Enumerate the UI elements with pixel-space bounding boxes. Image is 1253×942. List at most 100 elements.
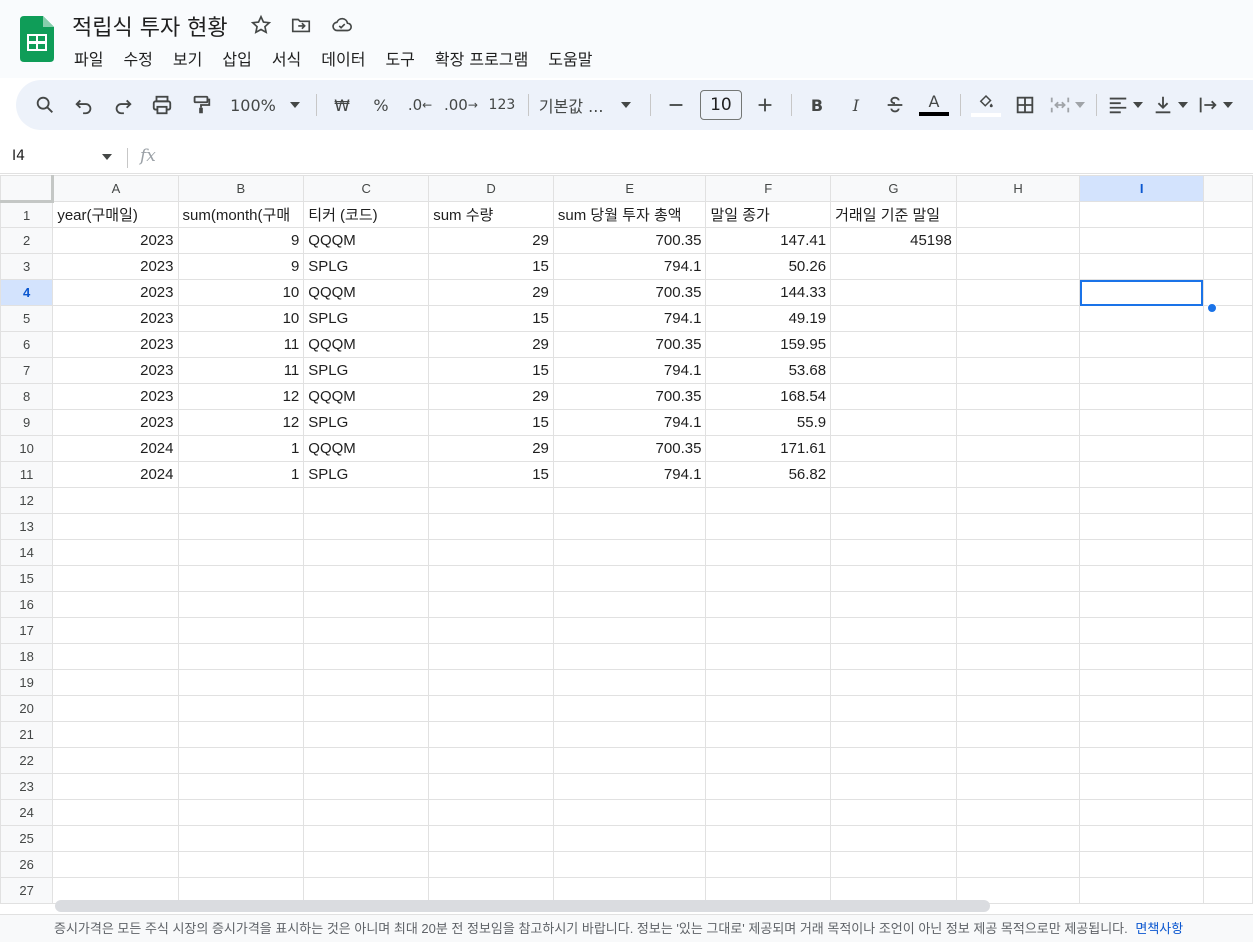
cell[interactable] [1079, 773, 1204, 800]
cell[interactable] [1079, 357, 1204, 384]
cell[interactable]: 55.9 [705, 409, 832, 436]
cell[interactable] [1079, 409, 1204, 436]
text-color-button[interactable]: A [918, 89, 949, 121]
row-header[interactable]: 21 [0, 721, 54, 748]
cell[interactable] [428, 591, 554, 618]
cell[interactable] [1079, 383, 1204, 410]
cell[interactable] [303, 825, 430, 852]
column-header[interactable]: A [52, 175, 179, 202]
cell[interactable] [428, 825, 554, 852]
cell[interactable]: 1 [177, 461, 305, 488]
cell[interactable] [955, 747, 1081, 774]
cell[interactable]: SPLG [303, 305, 430, 332]
cell[interactable] [177, 825, 305, 852]
cell[interactable] [52, 721, 179, 748]
cell[interactable]: 29 [428, 227, 554, 254]
cell[interactable] [552, 695, 707, 722]
cell[interactable] [1079, 565, 1204, 592]
cell[interactable]: 9 [177, 227, 305, 254]
row-header[interactable]: 10 [0, 435, 54, 462]
cell[interactable] [955, 565, 1081, 592]
cell[interactable]: 700.35 [552, 435, 707, 462]
row-header[interactable]: 4 [0, 279, 54, 306]
font-size-input[interactable]: 10 [699, 90, 742, 120]
cell[interactable] [1079, 591, 1204, 618]
cell[interactable] [177, 617, 305, 644]
cell[interactable] [705, 591, 832, 618]
cell[interactable]: 700.35 [552, 331, 707, 358]
cell[interactable] [955, 513, 1081, 540]
cell[interactable] [177, 695, 305, 722]
cell[interactable] [1079, 669, 1204, 696]
cell[interactable] [830, 565, 957, 592]
cell[interactable]: 171.61 [705, 435, 832, 462]
cell[interactable]: 15 [428, 253, 554, 280]
cell[interactable] [52, 591, 179, 618]
cell[interactable] [52, 487, 179, 514]
zoom-select[interactable]: 100% [225, 89, 305, 121]
cell[interactable] [552, 721, 707, 748]
cell[interactable]: 144.33 [705, 279, 832, 306]
star-icon[interactable] [250, 14, 272, 36]
name-box[interactable]: I4 [12, 148, 25, 164]
cell[interactable]: 2023 [52, 357, 179, 384]
cell[interactable]: 15 [428, 357, 554, 384]
cell[interactable] [552, 513, 707, 540]
cell[interactable] [52, 799, 179, 826]
cell[interactable]: QQQM [303, 435, 430, 462]
bold-button[interactable]: B [802, 89, 832, 121]
menu-help[interactable]: 도움말 [538, 44, 602, 72]
cell[interactable] [955, 539, 1081, 566]
text-wrapping-button[interactable] [1197, 89, 1233, 121]
cell[interactable]: 2023 [52, 331, 179, 358]
cell[interactable] [52, 617, 179, 644]
cell[interactable] [552, 617, 707, 644]
cell[interactable]: 티커 (코드) [303, 201, 430, 228]
cell[interactable] [177, 799, 305, 826]
cell[interactable] [830, 305, 957, 332]
cell[interactable] [1079, 877, 1204, 904]
cell[interactable] [955, 851, 1081, 878]
print-button[interactable] [147, 89, 177, 121]
cell[interactable] [177, 591, 305, 618]
cell[interactable] [955, 487, 1081, 514]
cell[interactable] [830, 591, 957, 618]
cell[interactable] [830, 617, 957, 644]
cell[interactable] [705, 487, 832, 514]
cell[interactable] [177, 487, 305, 514]
formula-input[interactable] [175, 146, 1235, 168]
row-header[interactable]: 12 [0, 487, 54, 514]
cell[interactable] [955, 799, 1081, 826]
cell[interactable] [428, 643, 554, 670]
search-menus-button[interactable] [30, 89, 60, 121]
cloud-saved-icon[interactable] [330, 14, 352, 36]
cell[interactable] [830, 539, 957, 566]
cell[interactable]: SPLG [303, 253, 430, 280]
cell[interactable] [955, 201, 1081, 228]
cell[interactable]: 794.1 [552, 461, 707, 488]
cell[interactable] [1079, 721, 1204, 748]
cell[interactable]: 2023 [52, 409, 179, 436]
cell[interactable] [1079, 539, 1204, 566]
row-header[interactable]: 9 [0, 409, 54, 436]
cell[interactable]: SPLG [303, 357, 430, 384]
row-header[interactable]: 6 [0, 331, 54, 358]
decrease-font-size-button[interactable] [661, 89, 691, 121]
cell[interactable] [303, 539, 430, 566]
cell[interactable]: 700.35 [552, 227, 707, 254]
cell[interactable] [428, 565, 554, 592]
row-header[interactable]: 26 [0, 851, 54, 878]
row-header[interactable]: 11 [0, 461, 54, 488]
fill-handle[interactable] [1207, 303, 1217, 313]
cell[interactable]: 45198 [830, 227, 957, 254]
cell[interactable] [428, 513, 554, 540]
cell[interactable] [705, 565, 832, 592]
cell[interactable]: 2024 [52, 461, 179, 488]
cell[interactable] [52, 669, 179, 696]
cell[interactable] [1079, 305, 1204, 332]
cell[interactable] [303, 747, 430, 774]
fill-color-button[interactable] [970, 89, 1001, 121]
row-header[interactable]: 14 [0, 539, 54, 566]
cell[interactable] [705, 773, 832, 800]
cell[interactable]: QQQM [303, 383, 430, 410]
